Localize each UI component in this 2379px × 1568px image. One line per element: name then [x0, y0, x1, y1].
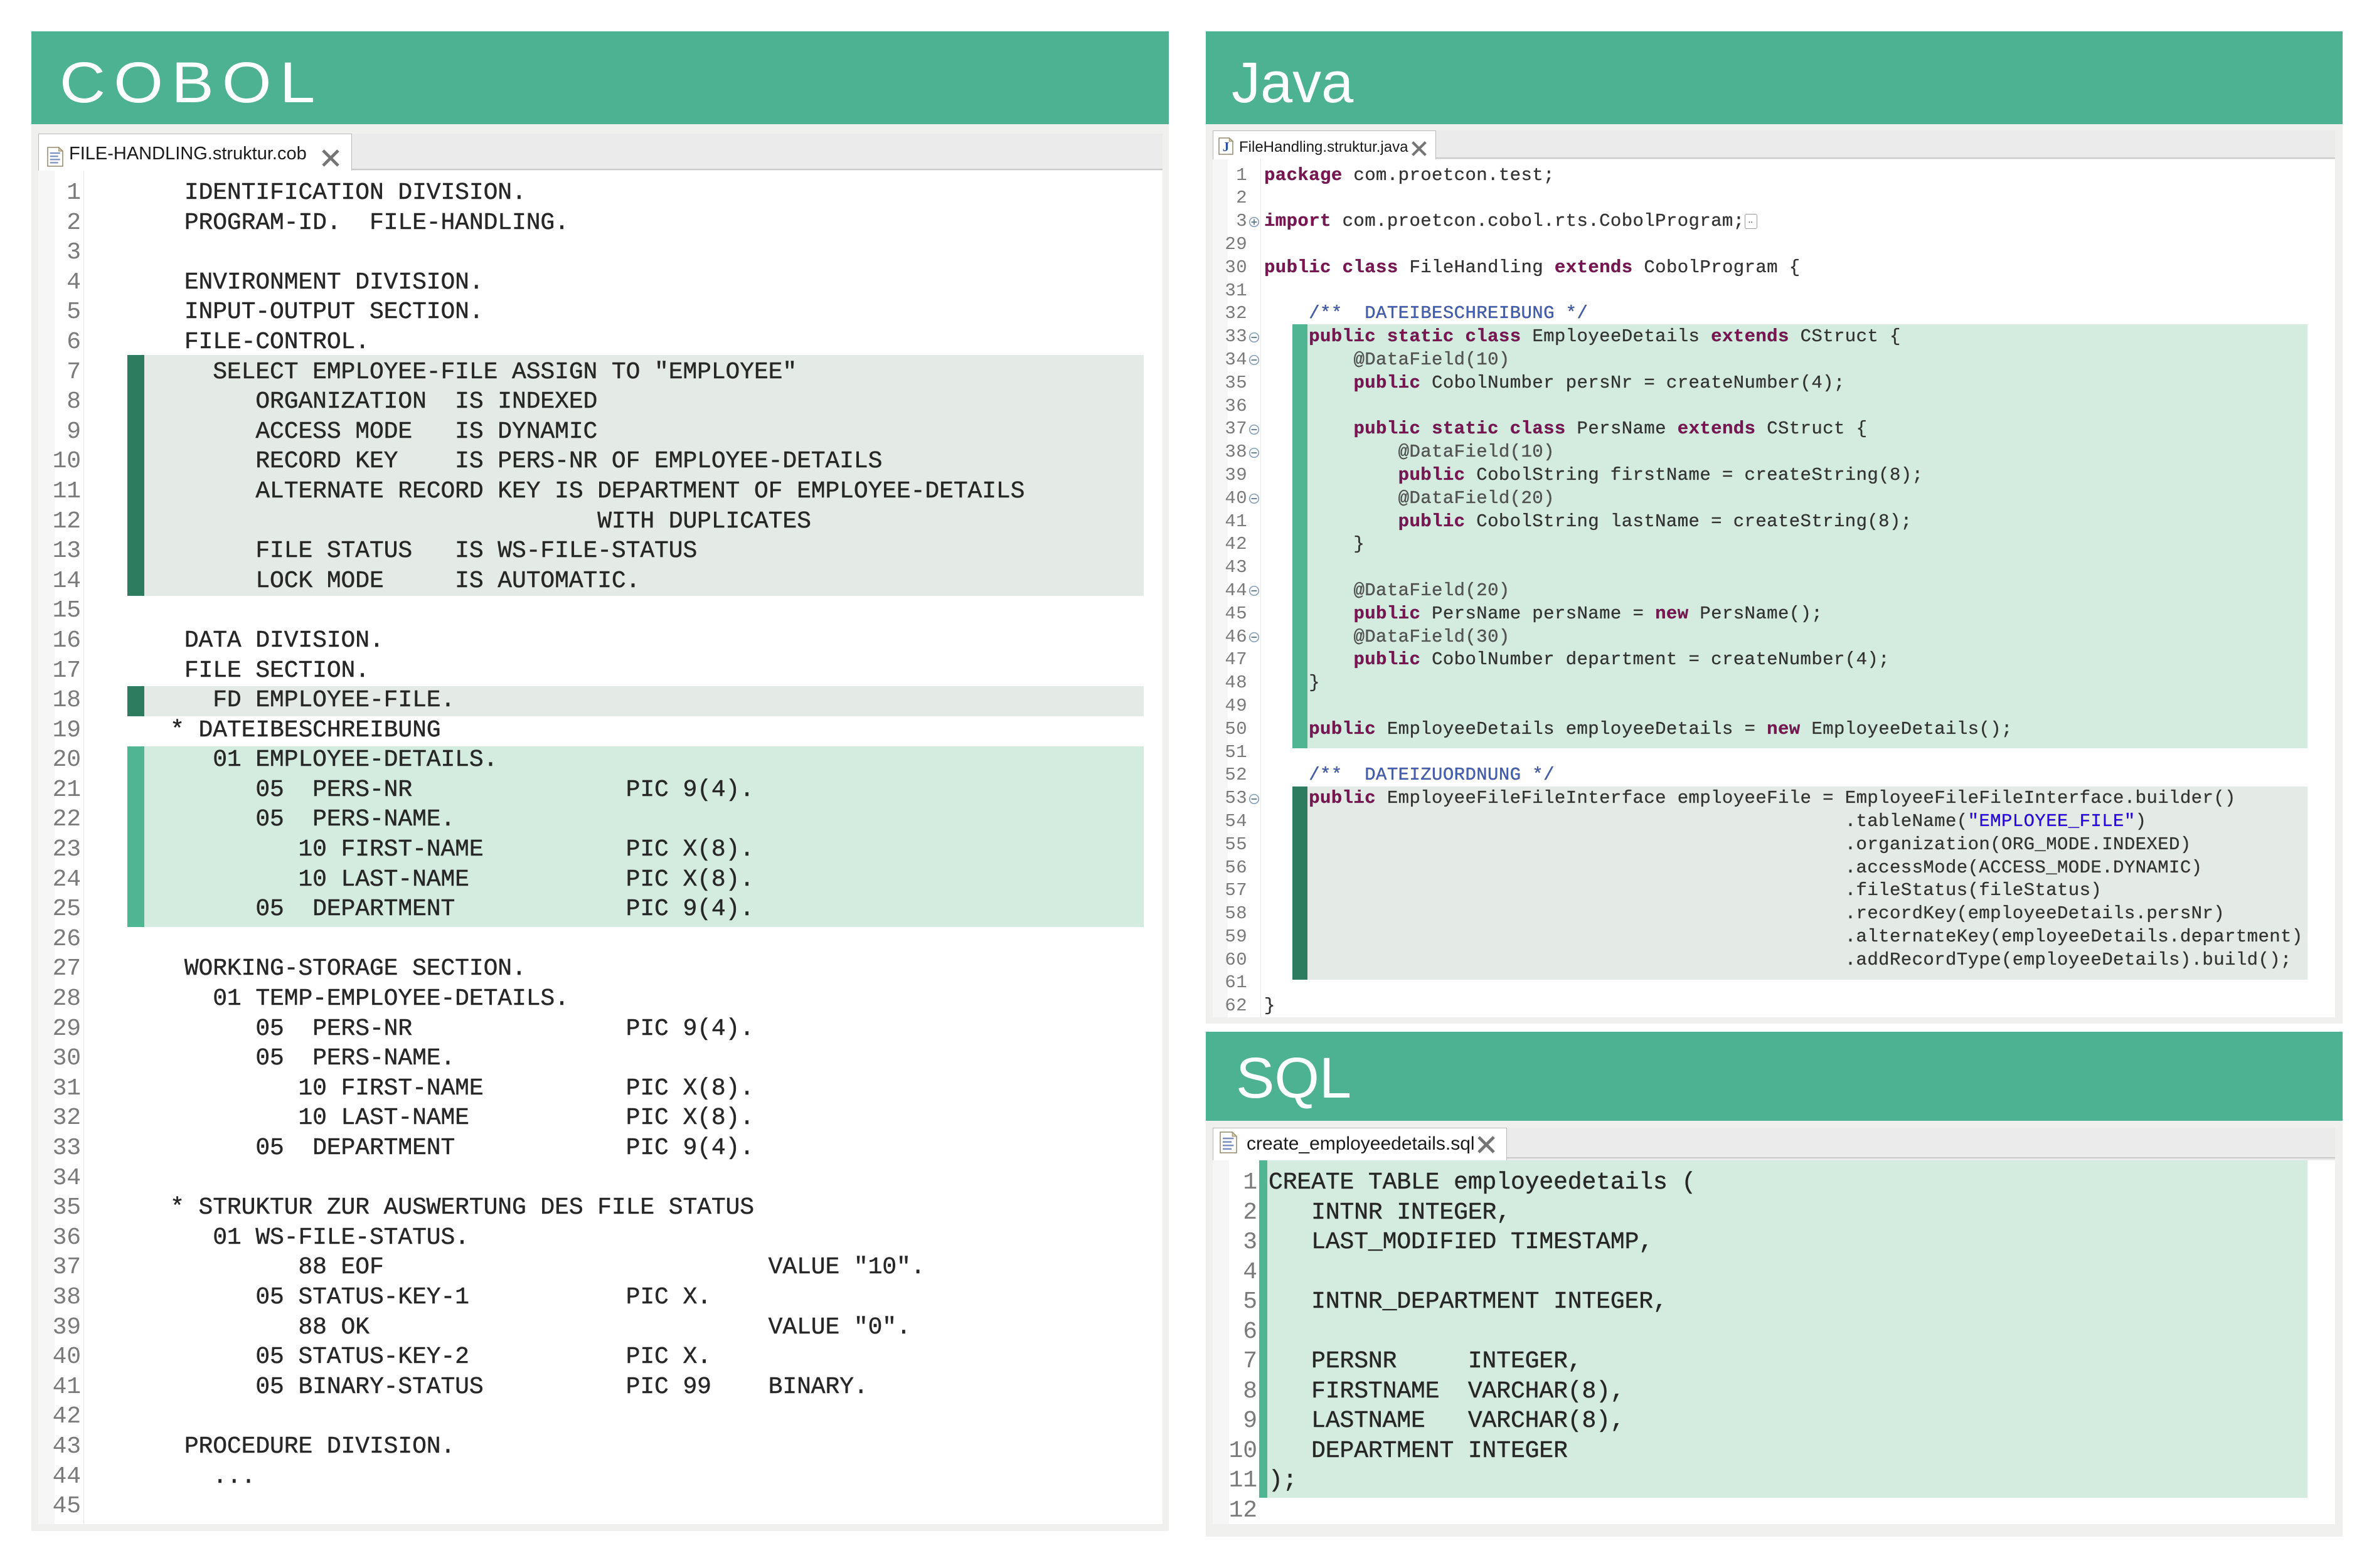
svg-text:J: J [1223, 139, 1230, 154]
